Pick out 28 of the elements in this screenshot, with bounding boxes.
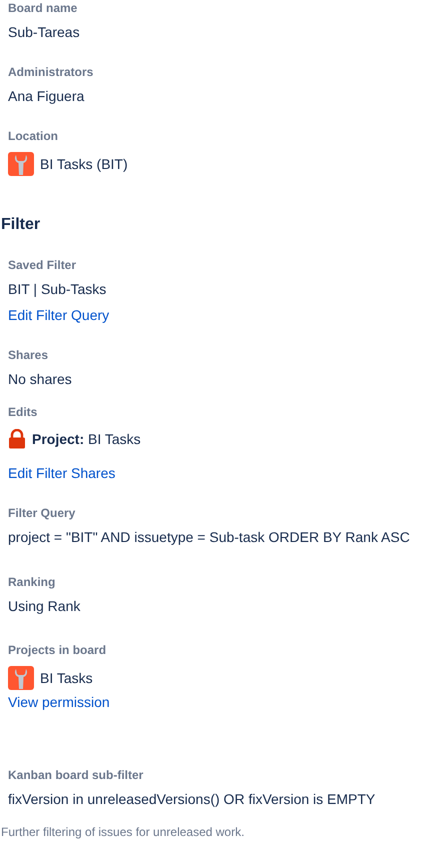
section-heading: Filter <box>1 215 42 235</box>
link[interactable]: Edit Filter Shares <box>8 463 116 483</box>
field-value: No shares <box>8 370 72 389</box>
field-label: Edits <box>8 404 38 420</box>
field-value: BIT | Sub-Tasks <box>8 280 106 299</box>
permission-text: Project: BI Tasks <box>32 431 141 447</box>
field-label: Board name <box>8 0 78 16</box>
field-label: Ranking <box>8 574 56 590</box>
field-value: Using Rank <box>8 597 80 616</box>
field-label: Administrators <box>8 64 94 80</box>
project-name: BI Tasks (BIT) <box>40 156 128 172</box>
project-avatar-wrench-icon <box>8 666 34 690</box>
field-label: Shares <box>8 347 48 363</box>
link[interactable]: View permission <box>8 692 110 712</box>
field-label: Projects in board <box>8 642 106 658</box>
field-value: Sub-Tareas <box>8 23 80 42</box>
field-value: project = "BIT" AND issuetype = Sub-task ORDER BY Rank ASC <box>8 528 410 547</box>
field-label: Filter Query <box>8 505 76 521</box>
field-value: fixVersion in unreleasedVersions() OR fixVersion is EMPTY <box>8 790 376 809</box>
field-label: Saved Filter <box>8 257 76 273</box>
lock-icon <box>8 429 26 449</box>
link[interactable]: Edit Filter Query <box>8 305 110 325</box>
project-avatar-wrench-icon <box>8 152 34 176</box>
help-text: Further filtering of issues for unreleased work. <box>1 824 246 840</box>
project-name: BI Tasks <box>40 670 93 686</box>
field-label: Kanban board sub-filter <box>8 767 144 783</box>
field-value: Ana Figuera <box>8 87 84 106</box>
field-label: Location <box>8 128 58 144</box>
